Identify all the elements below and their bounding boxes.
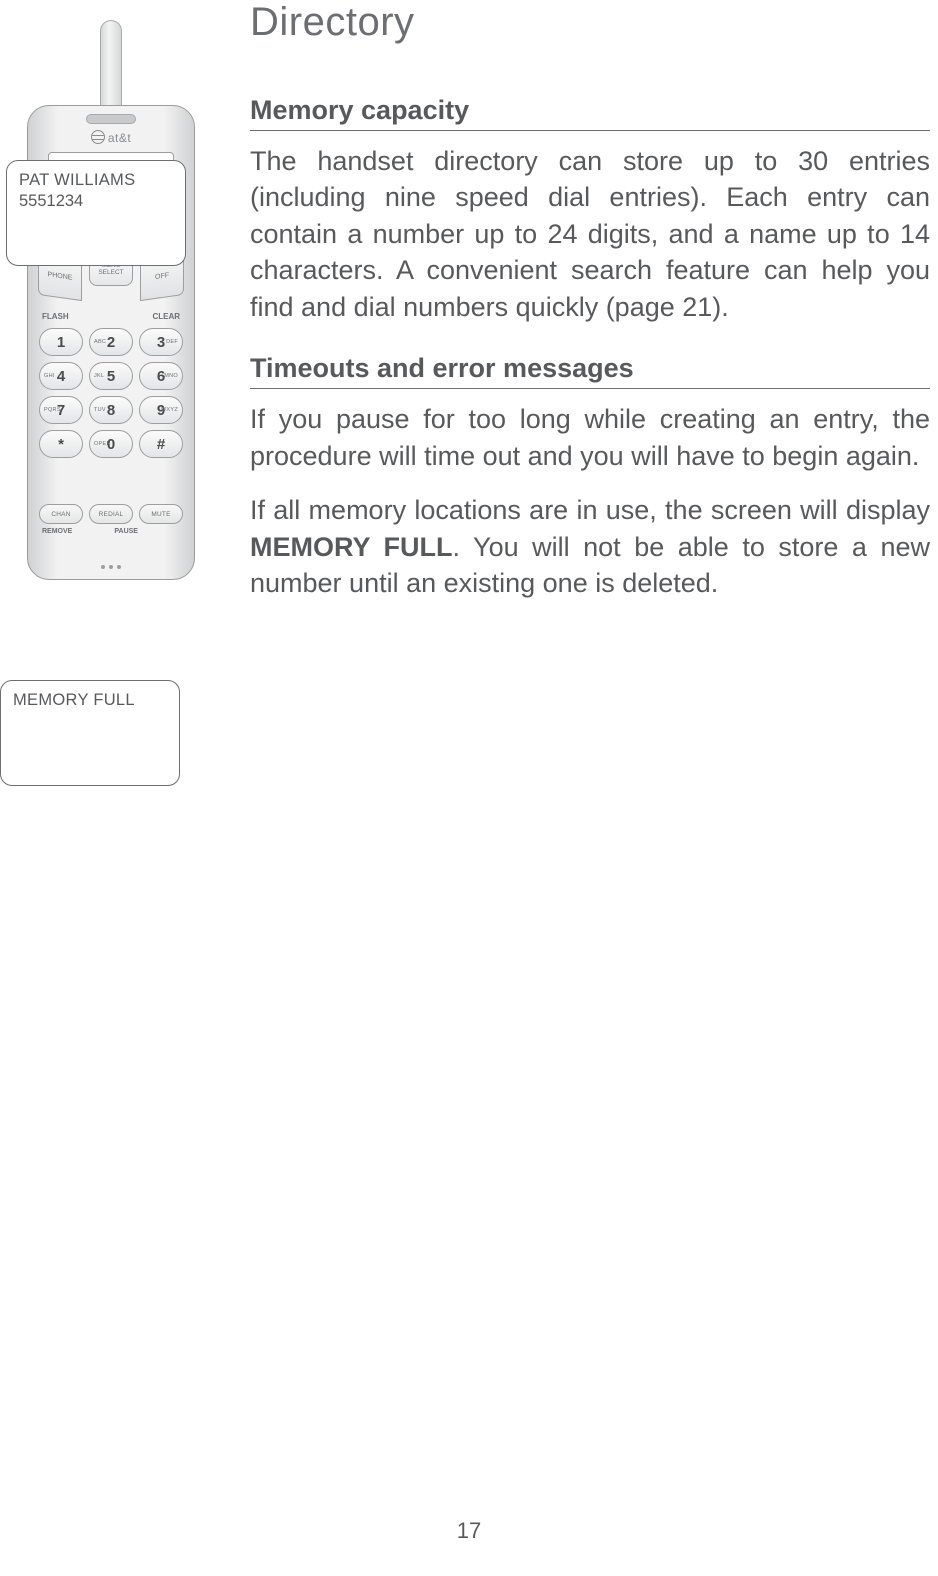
clear-label: CLEAR [152, 312, 180, 321]
directory-entry-callout: PAT WILLIAMS 5551234 [6, 160, 186, 266]
key-1: 1 [39, 328, 83, 356]
key-5: JKL5 [89, 362, 133, 390]
timeouts-heading: Timeouts and error messages [250, 353, 930, 389]
key-3: DEF3 [139, 328, 183, 356]
bottom-pill-row: CHAN REDIAL MUTE [39, 504, 183, 524]
key-2: ABC2 [89, 328, 133, 356]
bottom-labels: REMOVE PAUSE [28, 528, 194, 535]
remove-label: REMOVE [42, 528, 72, 535]
chan-button: CHAN [39, 504, 83, 524]
brand-text: at&t [108, 131, 131, 145]
key-0: OPER0 [89, 430, 133, 458]
sub-row: FLASH CLEAR [28, 312, 194, 321]
callout-number: 5551234 [19, 192, 173, 211]
key-hash: # [139, 430, 183, 458]
key-6: MNO6 [139, 362, 183, 390]
key-9: WXYZ9 [139, 396, 183, 424]
key-4: GHI4 [39, 362, 83, 390]
memory-full-inline: MEMORY FULL [250, 532, 453, 562]
timeouts-text-2: If all memory locations are in use, the … [250, 492, 930, 601]
callout-name: PAT WILLIAMS [19, 171, 173, 190]
brand-label: at&t [28, 130, 194, 145]
mute-button: MUTE [139, 504, 183, 524]
memory-capacity-text: The handset directory can store up to 30… [250, 143, 930, 325]
memory-full-text: MEMORY FULL [13, 691, 167, 710]
memory-full-callout: MEMORY FULL [0, 680, 180, 786]
memory-capacity-heading: Memory capacity [250, 95, 930, 131]
main-content: Directory Memory capacity The handset di… [250, 0, 938, 619]
flash-label: FLASH [42, 312, 69, 321]
page-number: 17 [457, 1518, 481, 1544]
page-title: Directory [250, 0, 930, 45]
handset-illustration: at&t ▼ CID DIR ▲ PHONE MENU SELECT OFF [6, 20, 216, 590]
sidebar: at&t ▼ CID DIR ▲ PHONE MENU SELECT OFF [0, 20, 230, 786]
key-7: PQRS7 [39, 396, 83, 424]
globe-icon [91, 130, 105, 144]
key-star: * [39, 430, 83, 458]
key-8: TUV8 [89, 396, 133, 424]
earpiece [86, 114, 136, 124]
timeouts-text-1: If you pause for too long while creating… [250, 401, 930, 474]
redial-button: REDIAL [89, 504, 133, 524]
handset-antenna [100, 20, 122, 110]
keypad: 1 ABC2 DEF3 GHI4 JKL5 MNO6 PQRS7 TUV8 WX… [39, 328, 183, 458]
speaker-dots [101, 565, 121, 569]
pause-label: PAUSE [114, 528, 138, 535]
